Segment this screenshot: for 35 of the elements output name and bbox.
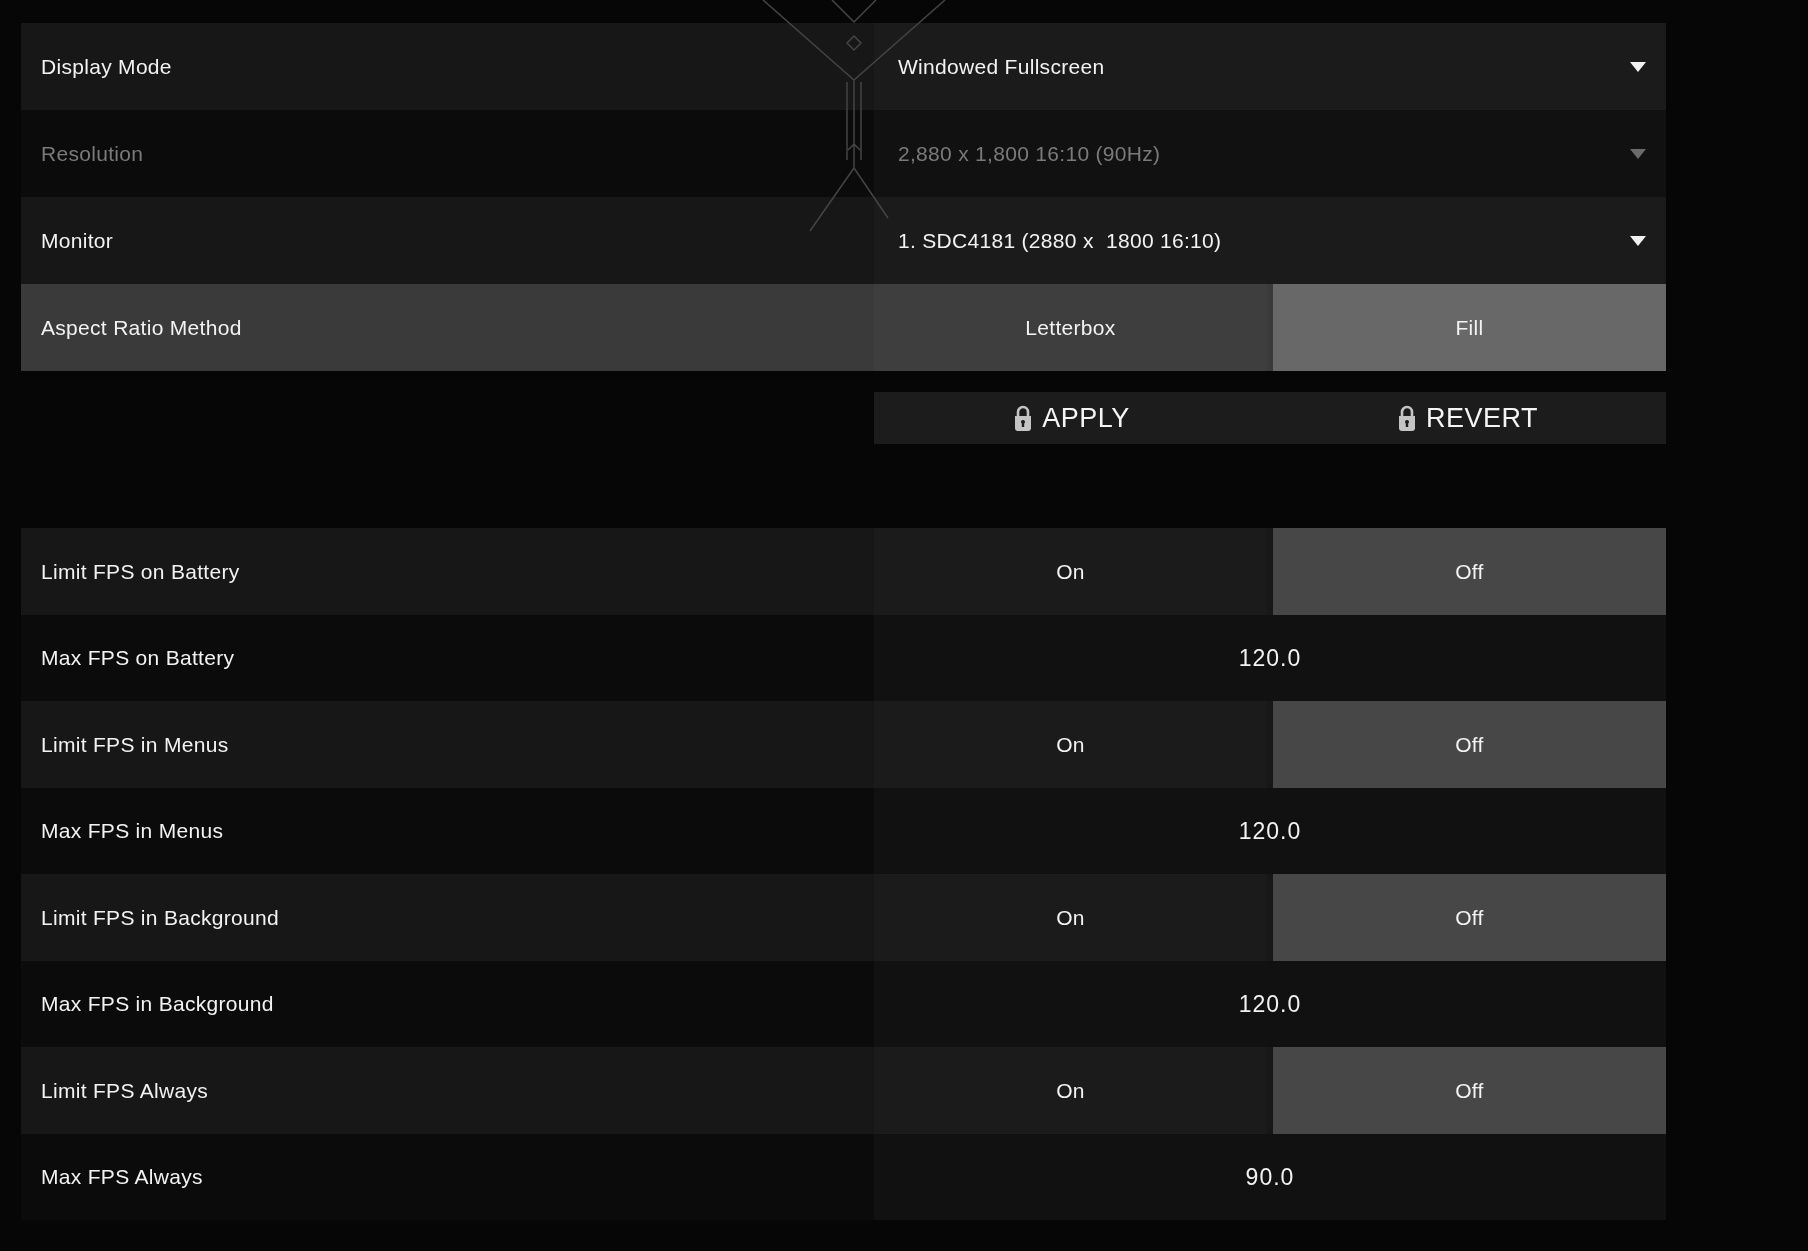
- setting-label: Max FPS in Menus: [41, 818, 224, 844]
- setting-label: Max FPS Always: [41, 1164, 203, 1190]
- setting-label: Limit FPS in Background: [41, 904, 279, 931]
- setting-label: Monitor: [41, 227, 114, 254]
- option-button[interactable]: On: [874, 701, 1267, 788]
- dropdown[interactable]: Windowed Fullscreen: [874, 23, 1666, 110]
- option-button[interactable]: Letterbox: [874, 284, 1267, 371]
- caret-icon: [1630, 235, 1646, 246]
- setting-label: Display Mode: [41, 53, 172, 80]
- option-button[interactable]: Off: [1273, 701, 1666, 788]
- option-button[interactable]: On: [874, 874, 1267, 961]
- setting-label: Limit FPS Always: [41, 1077, 208, 1104]
- setting-label: Aspect Ratio Method: [41, 314, 242, 341]
- value-field[interactable]: 90.0: [874, 1133, 1666, 1220]
- setting-label: Limit FPS on Battery: [41, 558, 240, 585]
- option-button[interactable]: Off: [1273, 528, 1666, 615]
- value-field[interactable]: 120.0: [874, 960, 1666, 1047]
- value-field[interactable]: 120.0: [874, 614, 1666, 701]
- caret-icon: [1630, 61, 1646, 72]
- dropdown[interactable]: 1. SDC4181 (2880 x 1800 16:10): [874, 197, 1666, 284]
- option-button[interactable]: Off: [1273, 1047, 1666, 1134]
- option-button[interactable]: Fill: [1273, 284, 1666, 371]
- caret-icon: [1630, 148, 1646, 159]
- setting-label: Resolution: [41, 140, 144, 167]
- action-button[interactable]: REVERT: [1270, 392, 1666, 444]
- lock-icon: [1014, 405, 1033, 431]
- option-button[interactable]: On: [874, 528, 1267, 615]
- action-button[interactable]: APPLY: [874, 392, 1270, 444]
- setting-label: Limit FPS in Menus: [41, 731, 229, 758]
- value-field[interactable]: 120.0: [874, 787, 1666, 874]
- setting-label: Max FPS on Battery: [41, 645, 235, 671]
- lock-icon: [1398, 405, 1416, 431]
- setting-label: Max FPS in Background: [41, 991, 274, 1017]
- option-button[interactable]: On: [874, 1047, 1267, 1134]
- option-button[interactable]: Off: [1273, 874, 1666, 961]
